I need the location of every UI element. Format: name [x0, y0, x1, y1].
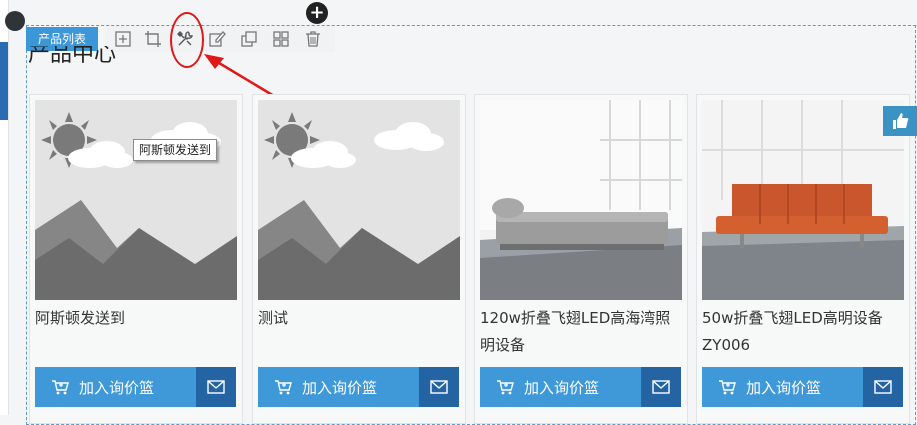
product-card[interactable]: 50w折叠飞翅LED高明设备ZY006 加入询价篮	[696, 94, 910, 424]
add-to-inquiry-button[interactable]: 加入询价篮	[702, 367, 863, 407]
mail-icon	[652, 380, 670, 394]
product-card[interactable]: 测试 加入询价篮	[252, 94, 466, 424]
product-name[interactable]: 120w折叠飞翅LED高海湾照明设备	[480, 305, 685, 359]
cart-icon	[275, 380, 292, 395]
mail-button[interactable]	[196, 367, 236, 407]
copy-icon[interactable]	[239, 29, 259, 49]
grey-sofa-photo	[480, 100, 682, 300]
tooltip: 阿斯顿发送到	[133, 139, 218, 161]
cart-button-label: 加入询价篮	[746, 378, 822, 397]
placeholder-landscape-icon	[258, 100, 460, 300]
cart-icon	[719, 380, 736, 395]
cart-button-label: 加入询价篮	[79, 378, 155, 397]
mail-icon	[874, 380, 892, 394]
mail-icon	[207, 380, 225, 394]
add-to-inquiry-button[interactable]: 加入询价篮	[35, 367, 196, 407]
product-name[interactable]: 测试	[258, 305, 463, 332]
cart-button-label: 加入询价篮	[524, 378, 600, 397]
edit-icon[interactable]	[207, 29, 227, 49]
grid-icon[interactable]	[271, 29, 291, 49]
product-name[interactable]: 阿斯顿发送到	[35, 305, 240, 332]
left-active-bar	[0, 42, 8, 120]
annotation-circle	[170, 12, 204, 68]
product-name[interactable]: 50w折叠飞翅LED高明设备ZY006	[702, 305, 907, 359]
left-panel-strip	[0, 0, 9, 415]
drag-handle-dot[interactable]	[5, 11, 25, 31]
add-to-inquiry-button[interactable]: 加入询价篮	[258, 367, 419, 407]
mail-icon	[430, 380, 448, 394]
module-toolbar	[105, 26, 335, 52]
thumbs-up-icon[interactable]	[883, 106, 917, 136]
mail-button[interactable]	[641, 367, 681, 407]
add-module-button[interactable]: +	[306, 2, 328, 24]
orange-sofa-photo	[702, 100, 904, 300]
add-to-inquiry-button[interactable]: 加入询价篮	[480, 367, 641, 407]
trash-icon[interactable]	[303, 29, 323, 49]
mail-button[interactable]	[863, 367, 903, 407]
product-card[interactable]: 120w折叠飞翅LED高海湾照明设备 加入询价篮	[474, 94, 688, 424]
cart-icon	[497, 380, 514, 395]
cart-button-label: 加入询价篮	[302, 378, 378, 397]
placeholder-landscape-icon	[35, 100, 237, 300]
mail-button[interactable]	[419, 367, 459, 407]
cart-icon	[52, 380, 69, 395]
crop-icon[interactable]	[143, 29, 163, 49]
